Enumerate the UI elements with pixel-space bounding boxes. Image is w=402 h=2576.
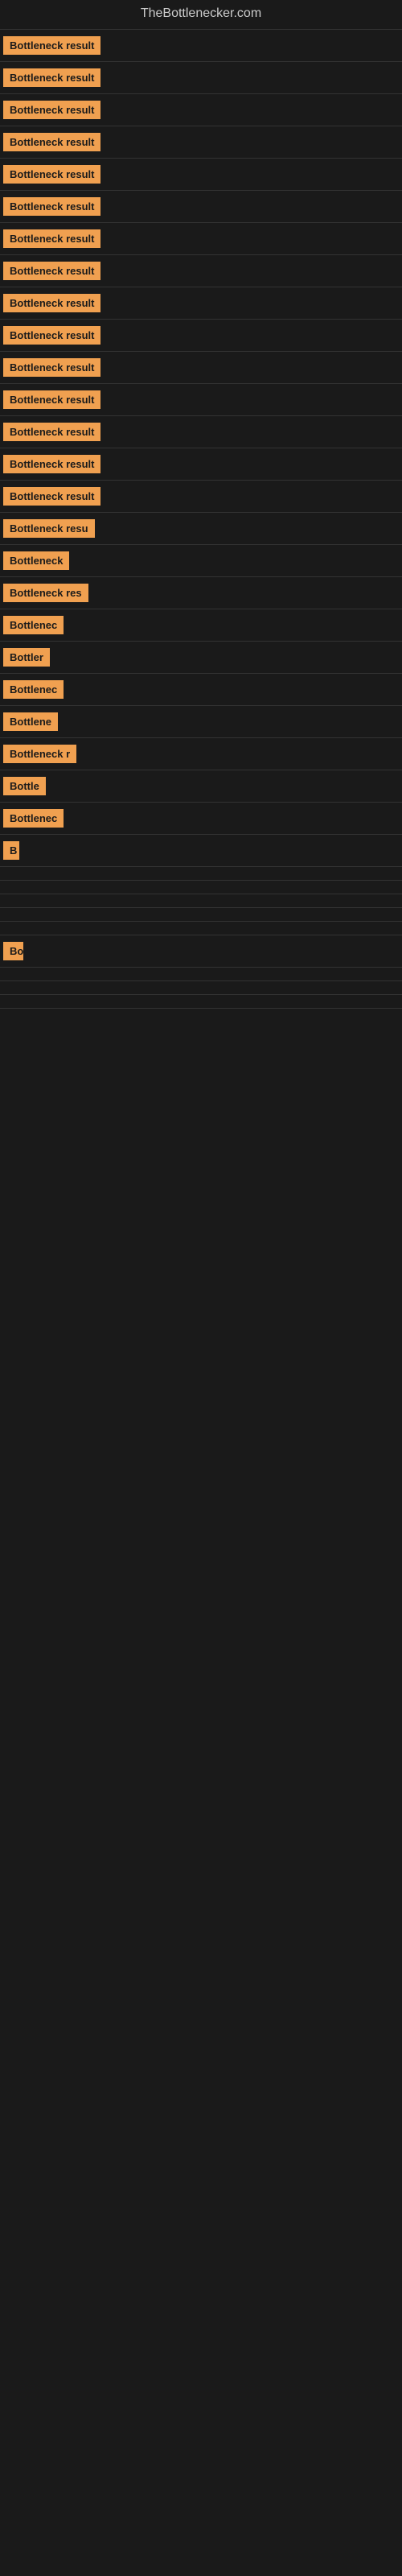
list-item[interactable]: Bottleneck result	[0, 289, 402, 317]
bottleneck-badge: Bottlenec	[3, 616, 64, 634]
list-item[interactable]: Bottleneck result	[0, 96, 402, 124]
bottleneck-badge: Bottleneck resu	[3, 519, 95, 538]
list-item[interactable]: Bottleneck result	[0, 353, 402, 382]
bottleneck-badge: Bottleneck result	[3, 390, 100, 409]
bottleneck-badge: Bottleneck result	[3, 229, 100, 248]
list-item[interactable]: Bottleneck result	[0, 64, 402, 92]
list-item[interactable]	[0, 896, 402, 906]
bottleneck-badge: Bottleneck result	[3, 36, 100, 55]
list-item[interactable]: Bottleneck r	[0, 740, 402, 768]
list-item[interactable]: Bottleneck result	[0, 160, 402, 188]
list-item[interactable]: Bottleneck result	[0, 257, 402, 285]
list-item[interactable]	[0, 1010, 402, 1020]
list-item[interactable]: Bottleneck resu	[0, 514, 402, 543]
bottleneck-badge: Bottleneck result	[3, 326, 100, 345]
bottleneck-badge: Bottleneck result	[3, 101, 100, 119]
list-item[interactable]	[0, 869, 402, 878]
bottleneck-badge: B	[3, 841, 19, 860]
list-item[interactable]: Bottleneck result	[0, 450, 402, 478]
list-item[interactable]: Bottleneck	[0, 547, 402, 575]
bottleneck-badge: Bo	[3, 942, 23, 960]
list-item[interactable]	[0, 923, 402, 933]
list-item[interactable]: Bottleneck result	[0, 192, 402, 221]
bottleneck-badge: Bottleneck result	[3, 294, 100, 312]
list-item[interactable]: Bottleneck result	[0, 31, 402, 60]
list-item[interactable]: B	[0, 836, 402, 865]
list-item[interactable]: Bottler	[0, 643, 402, 671]
list-item[interactable]: Bottleneck result	[0, 418, 402, 446]
list-item[interactable]	[0, 910, 402, 919]
site-header: TheBottlenecker.com	[0, 0, 402, 24]
list-item[interactable]	[0, 882, 402, 892]
bottleneck-list: Bottleneck result Bottleneck result Bottle…	[0, 24, 402, 1020]
list-item[interactable]: Bottleneck result	[0, 321, 402, 349]
list-item[interactable]	[0, 997, 402, 1006]
bottleneck-badge: Bottlenec	[3, 809, 64, 828]
bottleneck-badge: Bottleneck result	[3, 262, 100, 280]
list-item[interactable]: Bottleneck res	[0, 579, 402, 607]
bottleneck-badge: Bottlene	[3, 712, 58, 731]
bottleneck-badge: Bottleneck result	[3, 165, 100, 184]
bottleneck-badge: Bottleneck result	[3, 487, 100, 506]
bottleneck-badge: Bottlenec	[3, 680, 64, 699]
list-item[interactable]: Bottlenec	[0, 804, 402, 832]
list-item[interactable]	[0, 983, 402, 993]
bottleneck-badge: Bottleneck result	[3, 423, 100, 441]
bottleneck-badge: Bottler	[3, 648, 50, 667]
list-item[interactable]: Bottleneck result	[0, 386, 402, 414]
bottleneck-badge: Bottleneck result	[3, 197, 100, 216]
bottleneck-badge: Bottleneck res	[3, 584, 88, 602]
bottleneck-badge: Bottleneck result	[3, 358, 100, 377]
list-item[interactable]: Bo	[0, 937, 402, 965]
bottleneck-badge: Bottleneck result	[3, 68, 100, 87]
list-item[interactable]: Bottleneck result	[0, 128, 402, 156]
list-item[interactable]: Bottleneck result	[0, 225, 402, 253]
list-item[interactable]: Bottlenec	[0, 675, 402, 704]
site-title: TheBottlenecker.com	[0, 0, 402, 24]
bottleneck-badge: Bottleneck	[3, 551, 69, 570]
bottleneck-badge: Bottleneck result	[3, 455, 100, 473]
list-item[interactable]: Bottleneck result	[0, 482, 402, 510]
list-item[interactable]	[0, 969, 402, 979]
list-item[interactable]: Bottlene	[0, 708, 402, 736]
bottleneck-badge: Bottleneck result	[3, 133, 100, 151]
bottleneck-badge: Bottleneck r	[3, 745, 76, 763]
list-item[interactable]: Bottle	[0, 772, 402, 800]
list-item[interactable]: Bottlenec	[0, 611, 402, 639]
bottleneck-badge: Bottle	[3, 777, 46, 795]
